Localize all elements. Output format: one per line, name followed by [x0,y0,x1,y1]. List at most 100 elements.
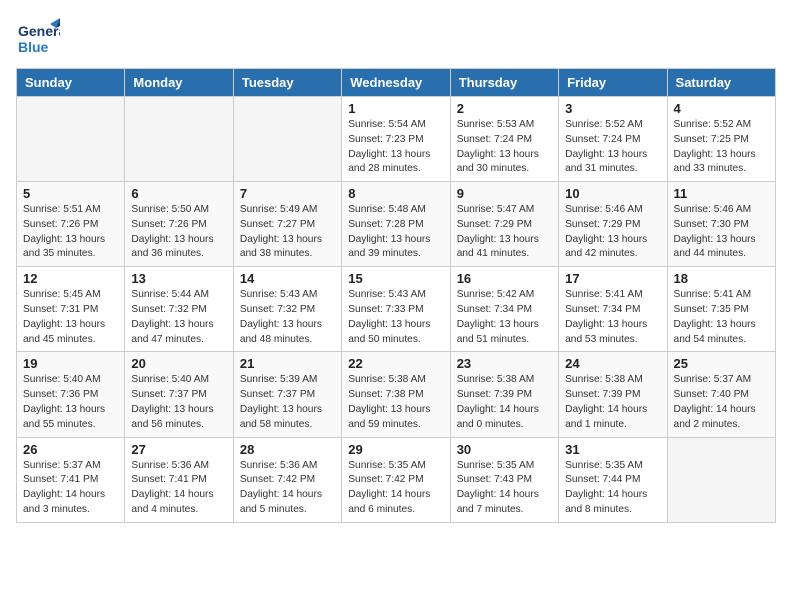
day-number: 1 [348,101,443,116]
table-row: 10 Sunrise: 5:46 AM Sunset: 7:29 PM Dayli… [559,182,667,267]
table-row [667,437,775,522]
calendar-week-1: 1Sunrise: 5:54 AM Sunset: 7:23 PM Daylig… [17,97,776,182]
calendar-header-thursday: Thursday [450,69,558,97]
logo-icon: General Blue [16,16,60,60]
day-detail: Sunrise: 5:46 AM Sunset: 7:30 PM Dayligh… [674,203,769,262]
table-row: 28Sunrise: 5:36 AM Sunset: 7:42 PM Dayli… [233,437,341,522]
calendar-week-2: 5 Sunrise: 5:51 AM Sunset: 7:26 PM Daylig… [17,182,776,267]
day-detail: Sunrise: 5:36 AM Sunset: 7:41 PM Dayligh… [131,459,226,518]
day-number: 6 [131,186,226,201]
day-detail: Sunrise: 5:46 AM Sunset: 7:29 PM Dayligh… [565,203,660,262]
table-row: 16 Sunrise: 5:42 AM Sunset: 7:34 PM Dayli… [450,267,558,352]
table-row: 30 Sunrise: 5:35 AM Sunset: 7:43 PM Dayli… [450,437,558,522]
table-row: 5 Sunrise: 5:51 AM Sunset: 7:26 PM Daylig… [17,182,125,267]
table-row: 9 Sunrise: 5:47 AM Sunset: 7:29 PM Daylig… [450,182,558,267]
day-detail: Sunrise: 5:52 AM Sunset: 7:25 PM Dayligh… [674,118,769,177]
day-number: 8 [348,186,443,201]
day-detail: Sunrise: 5:51 AM Sunset: 7:26 PM Dayligh… [23,203,118,262]
table-row: 1Sunrise: 5:54 AM Sunset: 7:23 PM Daylig… [342,97,450,182]
table-row: 29 Sunrise: 5:35 AM Sunset: 7:42 PM Dayli… [342,437,450,522]
table-row: 25 Sunrise: 5:37 AM Sunset: 7:40 PM Dayli… [667,352,775,437]
day-number: 10 [565,186,660,201]
day-number: 26 [23,442,118,457]
day-detail: Sunrise: 5:38 AM Sunset: 7:38 PM Dayligh… [348,373,443,432]
day-number: 29 [348,442,443,457]
calendar-week-3: 12Sunrise: 5:45 AM Sunset: 7:31 PM Dayli… [17,267,776,352]
table-row: 11Sunrise: 5:46 AM Sunset: 7:30 PM Dayli… [667,182,775,267]
table-row: 14 Sunrise: 5:43 AM Sunset: 7:32 PM Dayli… [233,267,341,352]
calendar-week-5: 26 Sunrise: 5:37 AM Sunset: 7:41 PM Dayli… [17,437,776,522]
day-number: 17 [565,271,660,286]
day-detail: Sunrise: 5:37 AM Sunset: 7:40 PM Dayligh… [674,373,769,432]
day-number: 5 [23,186,118,201]
svg-text:Blue: Blue [18,39,49,55]
calendar-body: 1Sunrise: 5:54 AM Sunset: 7:23 PM Daylig… [17,97,776,523]
table-row: 31 Sunrise: 5:35 AM Sunset: 7:44 PM Dayli… [559,437,667,522]
table-row: 26 Sunrise: 5:37 AM Sunset: 7:41 PM Dayli… [17,437,125,522]
day-number: 14 [240,271,335,286]
calendar-header-saturday: Saturday [667,69,775,97]
day-detail: Sunrise: 5:50 AM Sunset: 7:26 PM Dayligh… [131,203,226,262]
day-detail: Sunrise: 5:49 AM Sunset: 7:27 PM Dayligh… [240,203,335,262]
table-row: 7 Sunrise: 5:49 AM Sunset: 7:27 PM Daylig… [233,182,341,267]
calendar-header-friday: Friday [559,69,667,97]
day-detail: Sunrise: 5:53 AM Sunset: 7:24 PM Dayligh… [457,118,552,177]
table-row: 2 Sunrise: 5:53 AM Sunset: 7:24 PM Daylig… [450,97,558,182]
table-row: 12Sunrise: 5:45 AM Sunset: 7:31 PM Dayli… [17,267,125,352]
table-row: 22Sunrise: 5:38 AM Sunset: 7:38 PM Dayli… [342,352,450,437]
calendar-header-tuesday: Tuesday [233,69,341,97]
day-detail: Sunrise: 5:38 AM Sunset: 7:39 PM Dayligh… [457,373,552,432]
day-detail: Sunrise: 5:40 AM Sunset: 7:36 PM Dayligh… [23,373,118,432]
calendar-header-wednesday: Wednesday [342,69,450,97]
day-detail: Sunrise: 5:45 AM Sunset: 7:31 PM Dayligh… [23,288,118,347]
day-detail: Sunrise: 5:52 AM Sunset: 7:24 PM Dayligh… [565,118,660,177]
day-number: 23 [457,356,552,371]
day-detail: Sunrise: 5:43 AM Sunset: 7:32 PM Dayligh… [240,288,335,347]
table-row: 17Sunrise: 5:41 AM Sunset: 7:34 PM Dayli… [559,267,667,352]
day-number: 4 [674,101,769,116]
table-row [17,97,125,182]
calendar-header-row: SundayMondayTuesdayWednesdayThursdayFrid… [17,69,776,97]
table-row: 21 Sunrise: 5:39 AM Sunset: 7:37 PM Dayli… [233,352,341,437]
day-number: 15 [348,271,443,286]
day-number: 7 [240,186,335,201]
day-number: 30 [457,442,552,457]
table-row: 4 Sunrise: 5:52 AM Sunset: 7:25 PM Daylig… [667,97,775,182]
day-number: 28 [240,442,335,457]
table-row: 15Sunrise: 5:43 AM Sunset: 7:33 PM Dayli… [342,267,450,352]
day-detail: Sunrise: 5:35 AM Sunset: 7:42 PM Dayligh… [348,459,443,518]
day-number: 24 [565,356,660,371]
calendar-header-sunday: Sunday [17,69,125,97]
table-row: 8Sunrise: 5:48 AM Sunset: 7:28 PM Daylig… [342,182,450,267]
table-row: 3 Sunrise: 5:52 AM Sunset: 7:24 PM Daylig… [559,97,667,182]
table-row: 18Sunrise: 5:41 AM Sunset: 7:35 PM Dayli… [667,267,775,352]
table-row: 20 Sunrise: 5:40 AM Sunset: 7:37 PM Dayli… [125,352,233,437]
day-number: 2 [457,101,552,116]
day-detail: Sunrise: 5:40 AM Sunset: 7:37 PM Dayligh… [131,373,226,432]
calendar-week-4: 19Sunrise: 5:40 AM Sunset: 7:36 PM Dayli… [17,352,776,437]
day-detail: Sunrise: 5:38 AM Sunset: 7:39 PM Dayligh… [565,373,660,432]
table-row [125,97,233,182]
day-number: 16 [457,271,552,286]
table-row: 13Sunrise: 5:44 AM Sunset: 7:32 PM Dayli… [125,267,233,352]
day-number: 21 [240,356,335,371]
calendar-table: SundayMondayTuesdayWednesdayThursdayFrid… [16,68,776,523]
day-number: 3 [565,101,660,116]
day-detail: Sunrise: 5:35 AM Sunset: 7:44 PM Dayligh… [565,459,660,518]
table-row: 23 Sunrise: 5:38 AM Sunset: 7:39 PM Dayli… [450,352,558,437]
day-number: 20 [131,356,226,371]
day-detail: Sunrise: 5:35 AM Sunset: 7:43 PM Dayligh… [457,459,552,518]
day-detail: Sunrise: 5:37 AM Sunset: 7:41 PM Dayligh… [23,459,118,518]
calendar-header-monday: Monday [125,69,233,97]
table-row: 19Sunrise: 5:40 AM Sunset: 7:36 PM Dayli… [17,352,125,437]
page-header: General Blue [16,16,776,60]
table-row [233,97,341,182]
day-detail: Sunrise: 5:44 AM Sunset: 7:32 PM Dayligh… [131,288,226,347]
day-detail: Sunrise: 5:39 AM Sunset: 7:37 PM Dayligh… [240,373,335,432]
day-number: 9 [457,186,552,201]
day-detail: Sunrise: 5:42 AM Sunset: 7:34 PM Dayligh… [457,288,552,347]
day-number: 25 [674,356,769,371]
logo: General Blue [16,16,60,60]
day-number: 31 [565,442,660,457]
day-detail: Sunrise: 5:47 AM Sunset: 7:29 PM Dayligh… [457,203,552,262]
